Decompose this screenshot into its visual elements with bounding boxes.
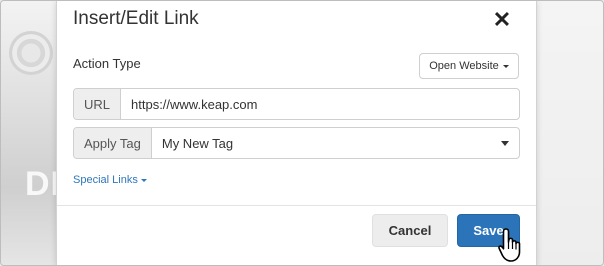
- apply-tag-addon-label: Apply Tag: [74, 128, 152, 158]
- apply-tag-input-group: Apply Tag My New Tag: [73, 127, 520, 159]
- action-type-label: Action Type: [73, 56, 141, 71]
- screenshot-frame: DER Insert/Edit Link ✕ Action Type Open …: [0, 0, 604, 266]
- special-links-label: Special Links: [73, 174, 138, 186]
- page-backdrop-left: DER: [1, 1, 99, 265]
- dialog-title: Insert/Edit Link: [73, 8, 199, 29]
- action-type-dropdown-label: Open Website: [429, 60, 499, 72]
- footer-divider: [57, 205, 536, 206]
- insert-edit-link-dialog: Insert/Edit Link ✕ Action Type Open Webs…: [56, 1, 537, 265]
- url-input-group: URL: [73, 88, 520, 120]
- save-button[interactable]: Save: [457, 214, 520, 247]
- close-icon: ✕: [492, 7, 512, 32]
- apply-tag-selected-value: My New Tag: [161, 135, 234, 151]
- chevron-down-icon: [501, 140, 509, 146]
- decorative-ornament-icon: [9, 31, 53, 75]
- url-input[interactable]: [121, 89, 519, 119]
- cancel-button[interactable]: Cancel: [372, 214, 448, 247]
- page-backdrop-right: [535, 1, 603, 265]
- apply-tag-select[interactable]: My New Tag: [152, 128, 519, 158]
- chevron-down-icon: [140, 178, 147, 182]
- special-links-dropdown[interactable]: Special Links: [73, 174, 147, 186]
- close-button[interactable]: ✕: [489, 7, 515, 33]
- action-type-dropdown[interactable]: Open Website: [419, 53, 519, 79]
- chevron-down-icon: [502, 64, 509, 68]
- url-addon-label: URL: [74, 89, 122, 119]
